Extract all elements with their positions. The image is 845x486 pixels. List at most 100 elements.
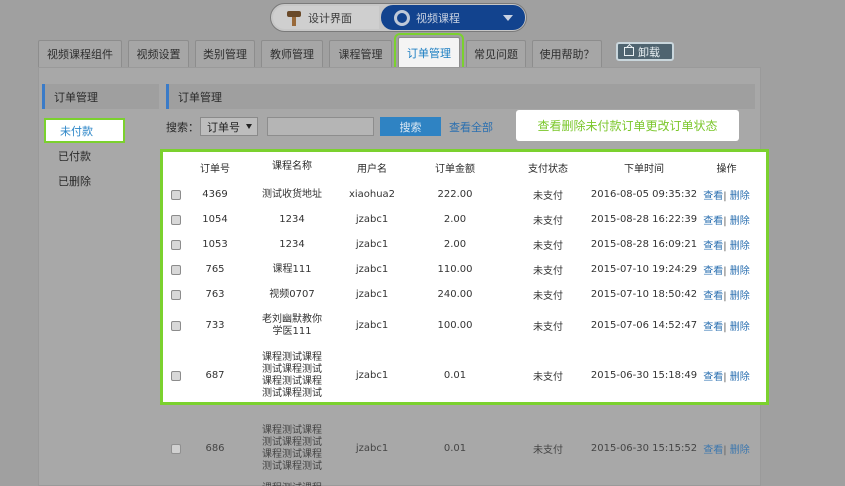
course-name-line: 课程测试课程	[262, 375, 322, 387]
column-header: 订单号	[200, 163, 230, 175]
column-header: 支付状态	[528, 163, 568, 175]
order-id: 4369	[202, 189, 228, 200]
sidebar-item-2[interactable]: 已删除	[42, 168, 159, 193]
order-time: 2015-07-10 18:50:42	[590, 289, 698, 300]
username: jzabc1	[355, 320, 389, 331]
top-tabs: 视频课程组件 视频设置 类别管理 教师管理 课程管理 订单管理 常见问题 使用帮助？	[38, 33, 608, 71]
order-time: 2015-07-10 19:24:29	[590, 264, 698, 275]
payment-status: 未支付	[533, 191, 563, 202]
delete-link[interactable]: 删除	[730, 445, 750, 456]
order-id: 687	[205, 370, 225, 381]
course-name: 课程测试课程 测试课程测试 课程测试课程 测试课程测试	[244, 425, 340, 473]
search-button[interactable]: 搜索	[380, 117, 441, 136]
row-checkbox[interactable]	[171, 370, 181, 381]
row-checkbox[interactable]	[171, 320, 181, 331]
view-link[interactable]: 查看	[703, 241, 723, 252]
design-mode-label: 设计界面	[308, 11, 352, 25]
course-name-line: 视频0707	[269, 288, 315, 300]
payment-status: 未支付	[533, 372, 563, 383]
view-link[interactable]: 查看	[703, 266, 723, 277]
column-header: 课程名称	[272, 161, 312, 172]
row-checkbox[interactable]	[171, 443, 181, 454]
delete-link[interactable]: 删除	[730, 266, 750, 277]
order-amount: 222.00	[437, 189, 473, 200]
sidebar-item-0[interactable]: 未付款	[44, 118, 125, 143]
course-name: 测试收货地址	[244, 189, 340, 201]
order-id: 686	[205, 443, 225, 454]
order-amount: 2.00	[443, 239, 467, 250]
tab-0[interactable]: 视频课程组件	[38, 40, 122, 67]
tab-2[interactable]: 类别管理	[195, 40, 255, 67]
mode-switch: 设计界面 视频课程	[270, 3, 527, 32]
delete-link[interactable]: 删除	[730, 216, 750, 227]
tab-1[interactable]: 视频设置	[128, 40, 189, 67]
delete-link[interactable]: 删除	[730, 372, 750, 383]
table-row: 1054 1234 jzabc1 2.00 未支付 2015-08-28 16:22:39…	[166, 207, 755, 232]
course-name-line: 1234	[279, 213, 305, 225]
payment-status: 未支付	[533, 241, 563, 252]
search-field-select[interactable]: 订单号	[200, 117, 258, 136]
sidebar-item-1[interactable]: 已付款	[42, 143, 159, 168]
orders-table: 订单号 课程名称 用户名 订单金额 支付状态 下单时间 操作 4369 测试收货地址 xiaoh…	[166, 152, 755, 486]
design-mode-button[interactable]: 设计界面	[273, 6, 379, 29]
row-actions: 查看| 删除	[698, 212, 755, 227]
course-name-line: 测试课程测试	[262, 363, 322, 375]
unload-button[interactable]: 卸载	[616, 42, 674, 61]
column-header: 用户名	[357, 163, 387, 175]
row-checkbox-cell	[166, 289, 186, 300]
order-amount: 0.01	[443, 443, 467, 454]
delete-link[interactable]: 删除	[730, 241, 750, 252]
delete-link[interactable]: 删除	[730, 291, 750, 302]
view-link[interactable]: 查看	[703, 372, 723, 383]
tab-6[interactable]: 常见问题	[466, 40, 526, 67]
payment-status: 未支付	[533, 291, 563, 302]
delete-link[interactable]: 删除	[730, 191, 750, 202]
row-checkbox-cell	[166, 320, 186, 331]
search-label: 搜索：	[166, 120, 199, 134]
video-course-dropdown[interactable]: 视频课程	[381, 5, 525, 30]
order-time: 2015-08-28 16:09:21	[590, 239, 698, 250]
row-checkbox[interactable]	[171, 289, 181, 300]
tab-5[interactable]: 订单管理	[394, 33, 464, 71]
content-title: 订单管理	[166, 84, 755, 109]
course-name-line: 测试课程测试	[262, 387, 322, 399]
username: jzabc1	[355, 443, 389, 454]
table-row: 课程测试课程测试课程测试	[166, 480, 755, 486]
table-row: 4369 测试收货地址 xiaohua2 222.00 未支付 2016-08-05 09…	[166, 182, 755, 207]
tab-3[interactable]: 教师管理	[261, 40, 323, 67]
search-field-value: 订单号	[207, 120, 240, 134]
table-row: 765 课程111 jzabc1 110.00 未支付 2015-07-10 19:24:…	[166, 257, 755, 282]
course-name: 1234	[244, 214, 340, 226]
table-row: 763 视频0707 jzabc1 240.00 未支付 2015-07-10 18:50…	[166, 282, 755, 307]
row-actions: 查看| 删除	[698, 318, 755, 333]
row-actions: 查看| 删除	[698, 441, 755, 456]
order-id: 733	[205, 320, 225, 331]
course-name-line: 课程111	[272, 263, 312, 275]
course-name-line: 测试收货地址	[262, 188, 322, 200]
row-checkbox[interactable]	[171, 264, 181, 275]
column-header: 订单金额	[435, 163, 475, 175]
payment-status: 未支付	[533, 216, 563, 227]
view-link[interactable]: 查看	[703, 216, 723, 227]
search-input[interactable]	[267, 117, 374, 136]
tab-4[interactable]: 课程管理	[329, 40, 392, 67]
view-link[interactable]: 查看	[703, 445, 723, 456]
course-name: 1234	[244, 239, 340, 251]
payment-status: 未支付	[533, 445, 563, 456]
row-checkbox-cell	[166, 370, 186, 381]
view-link[interactable]: 查看	[703, 191, 723, 202]
order-amount: 2.00	[443, 214, 467, 225]
course-name-line: 测试课程测试	[262, 460, 322, 472]
row-checkbox[interactable]	[171, 239, 181, 250]
view-link[interactable]: 查看	[703, 322, 723, 333]
delete-link[interactable]: 删除	[730, 322, 750, 333]
course-name-line: 课程测试课程	[262, 351, 322, 363]
sidebar: 订单管理 未付款 已付款 已删除	[42, 84, 159, 193]
row-checkbox[interactable]	[171, 214, 181, 225]
view-link[interactable]: 查看	[703, 291, 723, 302]
tab-7[interactable]: 使用帮助？	[532, 40, 602, 67]
row-checkbox[interactable]	[171, 189, 181, 200]
row-actions: 查看| 删除	[698, 368, 755, 383]
course-name-line: 老刘幽默教你	[262, 313, 322, 325]
view-all-link[interactable]: 查看全部	[449, 119, 493, 135]
